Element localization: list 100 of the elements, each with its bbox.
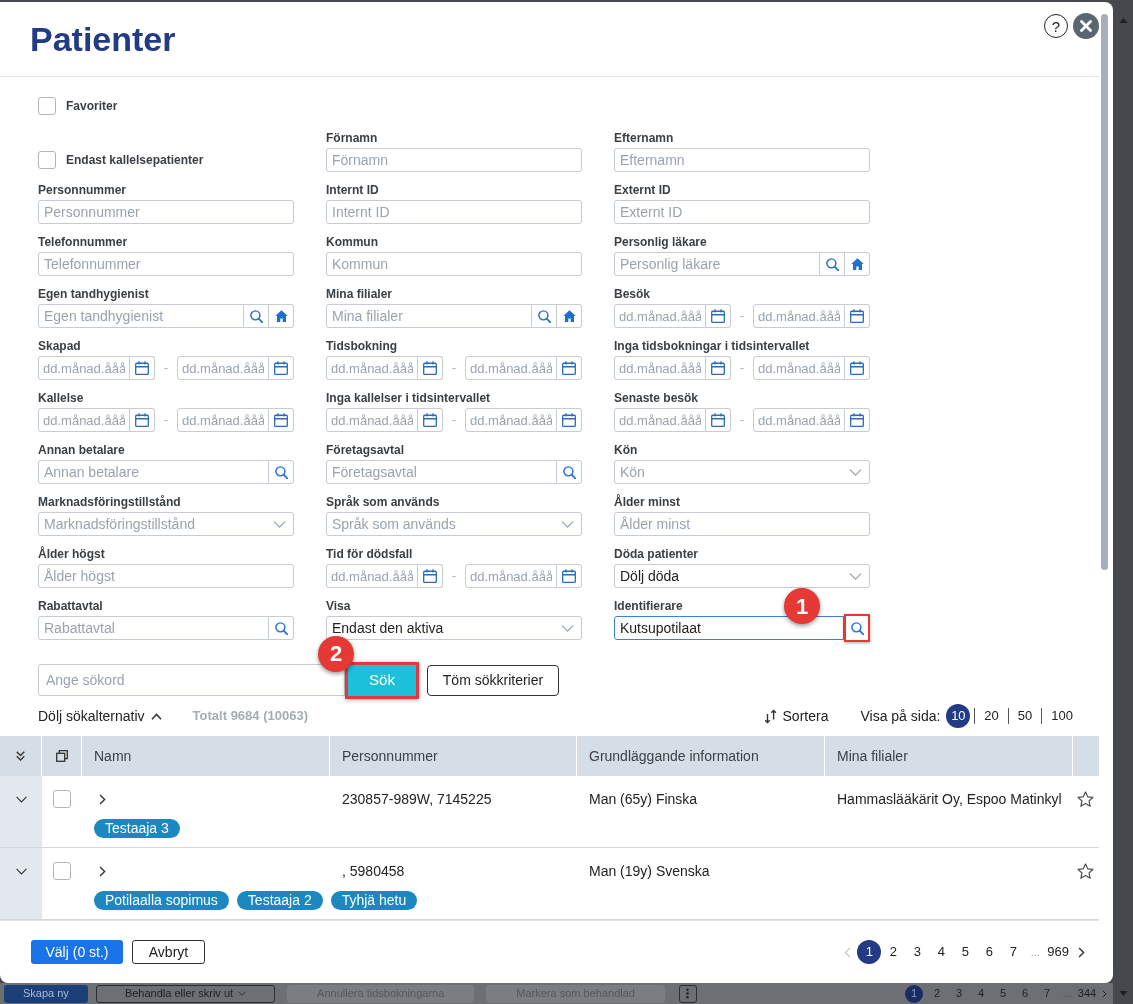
- checkbox[interactable]: [38, 151, 56, 169]
- calendar-button[interactable]: [557, 408, 582, 432]
- column-header[interactable]: Personnummer: [330, 736, 577, 776]
- row-checkbox[interactable]: [53, 790, 71, 808]
- home-button[interactable]: [269, 304, 294, 328]
- cancel-button[interactable]: Avbryt: [132, 940, 205, 964]
- field-label: Ålder minst: [614, 495, 680, 509]
- tag: Testaaja 2: [236, 891, 323, 910]
- input-field[interactable]: Annan betalare: [38, 460, 269, 484]
- dropdown[interactable]: Dölj döda: [614, 564, 870, 588]
- star-icon[interactable]: [1076, 863, 1094, 880]
- calendar-button[interactable]: [845, 304, 870, 328]
- calendar-button[interactable]: [845, 356, 870, 380]
- page-size-option[interactable]: 10: [946, 704, 971, 728]
- star-icon[interactable]: [1076, 791, 1094, 808]
- page-button[interactable]: 7: [1001, 940, 1026, 964]
- input-field[interactable]: Externt ID: [614, 200, 870, 224]
- calendar-button[interactable]: [130, 356, 155, 380]
- field-label: Internt ID: [326, 183, 379, 197]
- input-field[interactable]: Ålder högst: [38, 564, 294, 588]
- input-field[interactable]: Egen tandhygienist: [38, 304, 244, 328]
- field-label: Språk som används: [326, 495, 440, 509]
- calendar-button[interactable]: [706, 304, 731, 328]
- annotation-badge: 1: [784, 588, 820, 624]
- chevron-up-icon: [150, 712, 162, 720]
- page-size-option[interactable]: 50: [1008, 704, 1042, 728]
- page-size-option[interactable]: 20: [975, 704, 1008, 728]
- range-separator: -: [738, 411, 746, 430]
- chevron-right-icon[interactable]: [99, 793, 106, 805]
- clear-criteria-button[interactable]: Töm sökkriterier: [427, 664, 559, 696]
- field-label: Visa: [326, 599, 351, 613]
- calendar-button[interactable]: [418, 356, 443, 380]
- range-separator: -: [162, 411, 170, 430]
- home-button[interactable]: [845, 252, 870, 276]
- input-field[interactable]: Ålder minst: [614, 512, 870, 536]
- search-icon: [537, 309, 551, 323]
- more-button[interactable]: [678, 984, 697, 1003]
- search-button[interactable]: [844, 614, 870, 642]
- page-button[interactable]: 969: [1045, 940, 1071, 964]
- calendar-button[interactable]: [557, 356, 582, 380]
- search-button[interactable]: [532, 304, 557, 328]
- calendar-button[interactable]: [706, 408, 731, 432]
- close-button[interactable]: [1073, 13, 1099, 39]
- sort-icon: [763, 708, 778, 724]
- search-button[interactable]: [820, 252, 845, 276]
- input-field[interactable]: Företagsavtal: [326, 460, 557, 484]
- range-separator: -: [450, 567, 458, 586]
- input-field[interactable]: Personlig läkare: [614, 252, 820, 276]
- chevron-right-icon[interactable]: [99, 865, 106, 877]
- calendar-button[interactable]: [557, 564, 582, 588]
- calendar-icon: [850, 309, 864, 323]
- calendar-button[interactable]: [269, 408, 294, 432]
- checkbox[interactable]: [38, 97, 56, 115]
- page-button[interactable]: 5: [953, 940, 978, 964]
- range-separator: -: [738, 307, 746, 326]
- input-field[interactable]: Kommun: [326, 252, 582, 276]
- page-button[interactable]: 3: [905, 940, 930, 964]
- input-field[interactable]: Mina filialer: [326, 304, 532, 328]
- input-field[interactable]: Kutsupotilaat: [614, 616, 844, 640]
- calendar-button[interactable]: [130, 408, 155, 432]
- input-field[interactable]: Rabattavtal: [38, 616, 269, 640]
- input-field[interactable]: Internt ID: [326, 200, 582, 224]
- input-field[interactable]: Förnamn: [326, 148, 582, 172]
- page-button[interactable]: 4: [929, 940, 954, 964]
- checkbox-label: Favoriter: [66, 98, 118, 115]
- calendar-icon: [423, 569, 437, 583]
- calendar-button[interactable]: [418, 408, 443, 432]
- calendar-button[interactable]: [269, 356, 294, 380]
- field-label: Annan betalare: [38, 443, 125, 457]
- calendar-button[interactable]: [418, 564, 443, 588]
- input-field[interactable]: Efternamn: [614, 148, 870, 172]
- help-button[interactable]: ?: [1044, 14, 1068, 38]
- calendar-icon: [135, 361, 149, 375]
- page-button[interactable]: 1: [857, 940, 882, 964]
- column-header[interactable]: Grundläggande information: [577, 736, 825, 776]
- row-checkbox[interactable]: [53, 862, 71, 880]
- sort-button[interactable]: Sortera: [763, 705, 829, 727]
- dropdown[interactable]: Endast den aktiva: [326, 616, 582, 640]
- search-icon: [274, 465, 288, 479]
- select-button[interactable]: Välj (0 st.): [31, 940, 123, 964]
- calendar-button[interactable]: [706, 356, 731, 380]
- input-field[interactable]: Telefonnummer: [38, 252, 294, 276]
- scrollbar-thumb[interactable]: [1101, 14, 1108, 570]
- toolbar-button[interactable]: Skapa ny: [4, 984, 88, 1003]
- search-field[interactable]: Ange sökord: [38, 664, 345, 696]
- page-button[interactable]: 6: [977, 940, 1002, 964]
- home-button[interactable]: [557, 304, 582, 328]
- search-button[interactable]: [557, 460, 582, 484]
- chevron-down-icon: [15, 868, 27, 875]
- input-field[interactable]: Personnummer: [38, 200, 294, 224]
- search-button[interactable]: [269, 460, 294, 484]
- column-header[interactable]: Namn: [82, 736, 330, 776]
- column-header[interactable]: Mina filialer: [825, 736, 1073, 776]
- toggle-search-options-button[interactable]: Dölj sökalternativ: [38, 705, 162, 727]
- search-button[interactable]: [269, 616, 294, 640]
- page-button[interactable]: 1: [905, 984, 923, 1003]
- calendar-button[interactable]: [845, 408, 870, 432]
- search-button[interactable]: [244, 304, 269, 328]
- page-size-option[interactable]: 100: [1042, 704, 1082, 728]
- page-button[interactable]: 2: [881, 940, 906, 964]
